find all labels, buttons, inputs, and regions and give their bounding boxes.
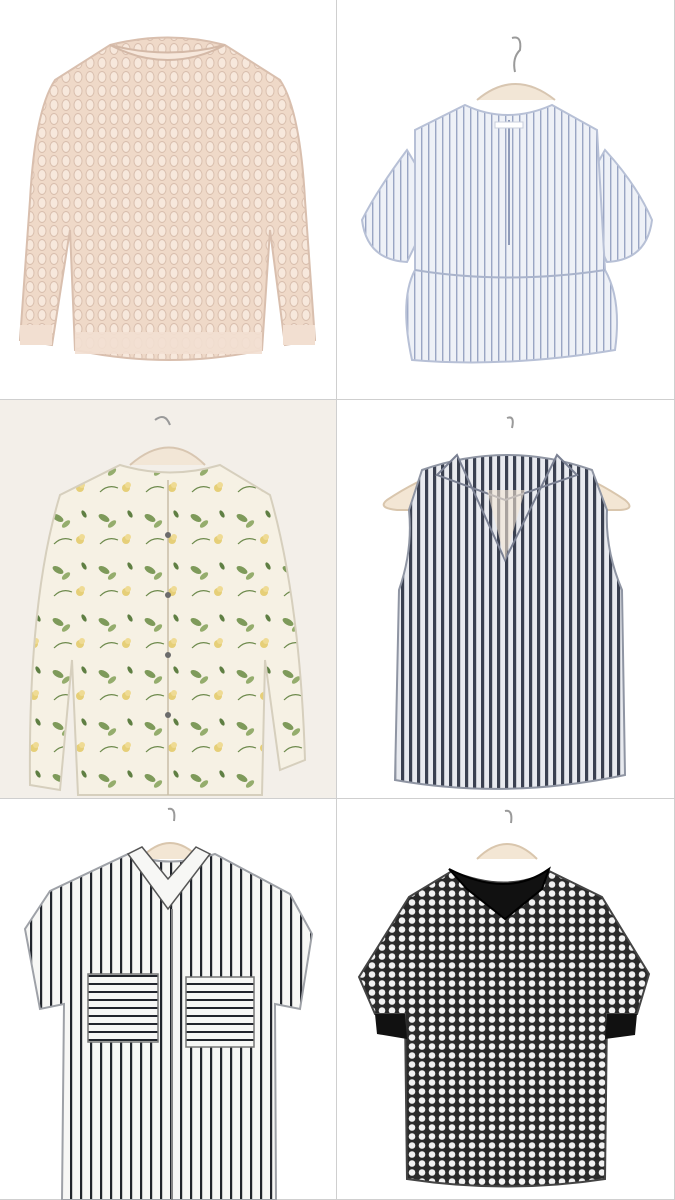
floral-blouse-image bbox=[28, 415, 307, 796]
photo-dotted-top-black-collar[interactable] bbox=[337, 799, 675, 1200]
clothing-photo-grid bbox=[0, 0, 675, 1200]
photo-striped-short-sleeve-shirt[interactable] bbox=[0, 799, 337, 1200]
photo-striped-puff-sleeve-top[interactable] bbox=[337, 0, 675, 400]
photo-navy-striped-sleeveless-top[interactable] bbox=[337, 400, 675, 799]
striped-puff-sleeve-top-image bbox=[360, 36, 654, 364]
photo-floral-blouse[interactable] bbox=[0, 400, 337, 799]
striped-short-sleeve-shirt-image bbox=[23, 807, 314, 1200]
dotted-top-black-collar-image bbox=[357, 809, 651, 1188]
photo-cream-knit-sweater[interactable] bbox=[0, 0, 337, 400]
navy-striped-sleeveless-top-image bbox=[382, 416, 631, 790]
cream-knit-sweater-image bbox=[18, 36, 317, 361]
